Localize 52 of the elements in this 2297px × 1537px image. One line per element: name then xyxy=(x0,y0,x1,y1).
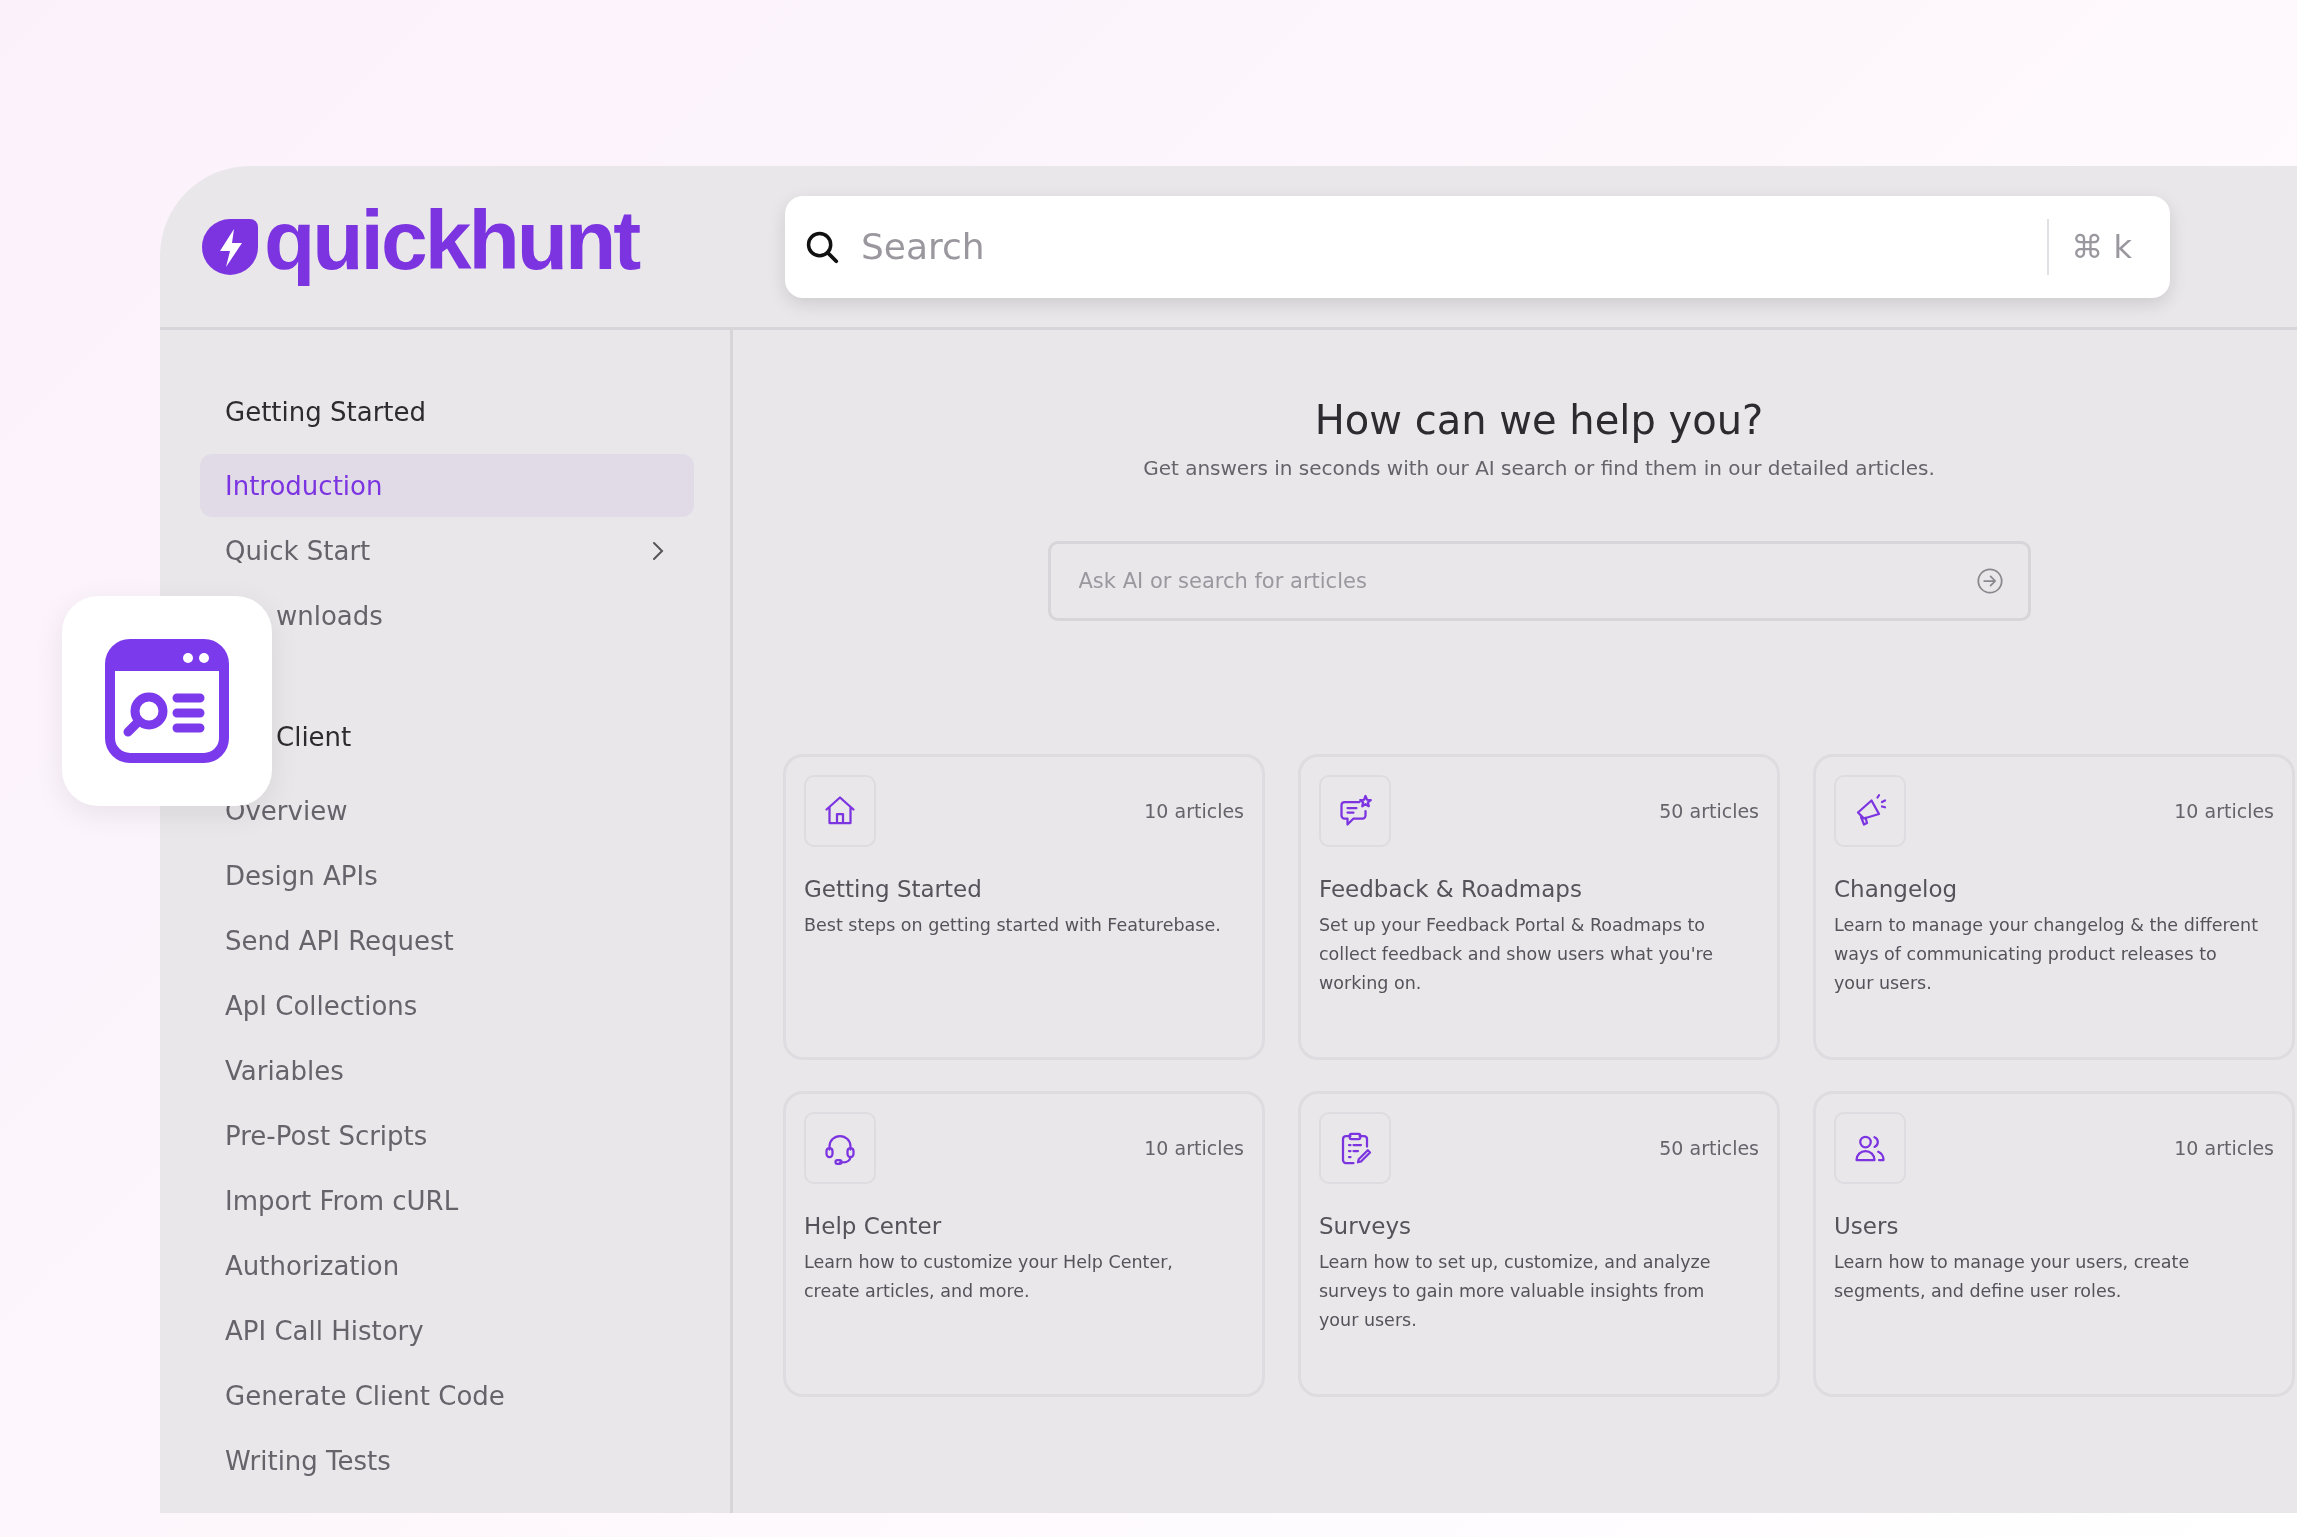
sidebar-item[interactable]: Introduction xyxy=(200,454,694,517)
chevron-right-icon xyxy=(652,540,664,561)
article-count: 10 articles xyxy=(2174,1137,2274,1159)
ask-bar[interactable]: Ask AI or search for articles xyxy=(1047,541,2031,621)
section-heading: Client xyxy=(276,720,353,754)
sidebar-item[interactable]: Writing Tests xyxy=(200,1429,694,1492)
card-title: Feedback & Roadmaps xyxy=(1319,875,1583,904)
card-title: Help Center xyxy=(804,1212,943,1241)
card-description: Learn how to manage your users, create segments, and define user roles. xyxy=(1834,1251,2191,1303)
arrow-circle-icon[interactable] xyxy=(1975,567,2004,595)
shortcut-hint: ⌘ k xyxy=(2071,227,2133,266)
card-title: Getting Started xyxy=(804,875,983,904)
browser-search-icon xyxy=(105,639,229,763)
article-count: 50 articles xyxy=(1659,800,1759,822)
category-card[interactable]: 50 articles Surveys Learn how to set up, customize, and analyze surveys to gain more valuable insights from your users. xyxy=(1298,1091,1780,1397)
sidebar-item[interactable]: ApI Collections xyxy=(200,974,694,1037)
category-card[interactable]: 10 articles Users Learn how to manage your users, create segments, and define user roles. xyxy=(1813,1091,2295,1397)
sidebar-item[interactable]: Variables xyxy=(200,1039,694,1102)
sidebar-item[interactable]: Send API Request xyxy=(200,909,694,972)
category-card[interactable]: 50 articles Feedback & Roadmaps Set up your Feedback Portal & Roadmaps to collect feedback and show users what you're working on. xyxy=(1298,754,1780,1060)
page-subtitle: Get answers in seconds with our AI search or find them in our detailed articles. xyxy=(1143,455,1935,482)
article-count: 10 articles xyxy=(1144,800,1244,822)
card-description: Learn how to customize your Help Center, create articles, and more. xyxy=(804,1251,1174,1303)
card-title: Surveys xyxy=(1319,1212,1412,1241)
card-title: Changelog xyxy=(1834,875,1959,904)
section-heading: Getting Started xyxy=(224,395,428,429)
category-card[interactable]: 10 articles Getting Started Best steps on getting started with Featurebase. xyxy=(783,754,1265,1060)
logo-text: quickhunt xyxy=(264,197,639,289)
card-description: Best steps on getting started with Featurebase. xyxy=(804,914,1222,937)
ask-field[interactable]: Ask AI or search for articles xyxy=(1076,568,1976,594)
sidebar-item[interactable]: Import From cURL xyxy=(200,1169,694,1232)
sidebar-item[interactable]: Authorization xyxy=(200,1234,694,1297)
chat-star-icon xyxy=(1337,793,1373,829)
card-description: Set up your Feedback Portal & Roadmaps to collect feedback and show users what you're working on. xyxy=(1319,914,1715,995)
sidebar-item[interactable]: Design APIs xyxy=(200,844,694,907)
search-bar[interactable]: Search ⌘ k xyxy=(785,195,2170,298)
sidebar-item[interactable]: Quick Start xyxy=(200,519,694,582)
search-field[interactable]: Search xyxy=(859,225,2038,268)
sidebar-item[interactable]: API Call History xyxy=(200,1299,694,1362)
logo-icon xyxy=(200,216,260,277)
article-count: 10 articles xyxy=(2174,800,2274,822)
card-description: Learn to manage your changelog & the different ways of communicating product releases to your users. xyxy=(1834,914,2259,995)
sidebar-item[interactable]: wnloads xyxy=(276,584,694,647)
page-heading: How can we help you? xyxy=(1314,396,1764,445)
article-count: 10 articles xyxy=(1144,1137,1244,1159)
sidebar-item[interactable]: Generate Client Code xyxy=(200,1364,694,1427)
category-card[interactable]: 10 articles Changelog Learn to manage your changelog & the different ways of communicating product releases to your users. xyxy=(1813,754,2295,1060)
category-card[interactable]: 10 articles Help Center Learn how to customize your Help Center, create articles, and more. xyxy=(783,1091,1265,1397)
article-count: 50 articles xyxy=(1659,1137,1759,1159)
card-description: Learn how to set up, customize, and analyze surveys to gain more valuable insights from your users. xyxy=(1319,1251,1712,1332)
sidebar-item[interactable]: Pre-Post Scripts xyxy=(200,1104,694,1167)
card-title: Users xyxy=(1834,1212,1900,1241)
